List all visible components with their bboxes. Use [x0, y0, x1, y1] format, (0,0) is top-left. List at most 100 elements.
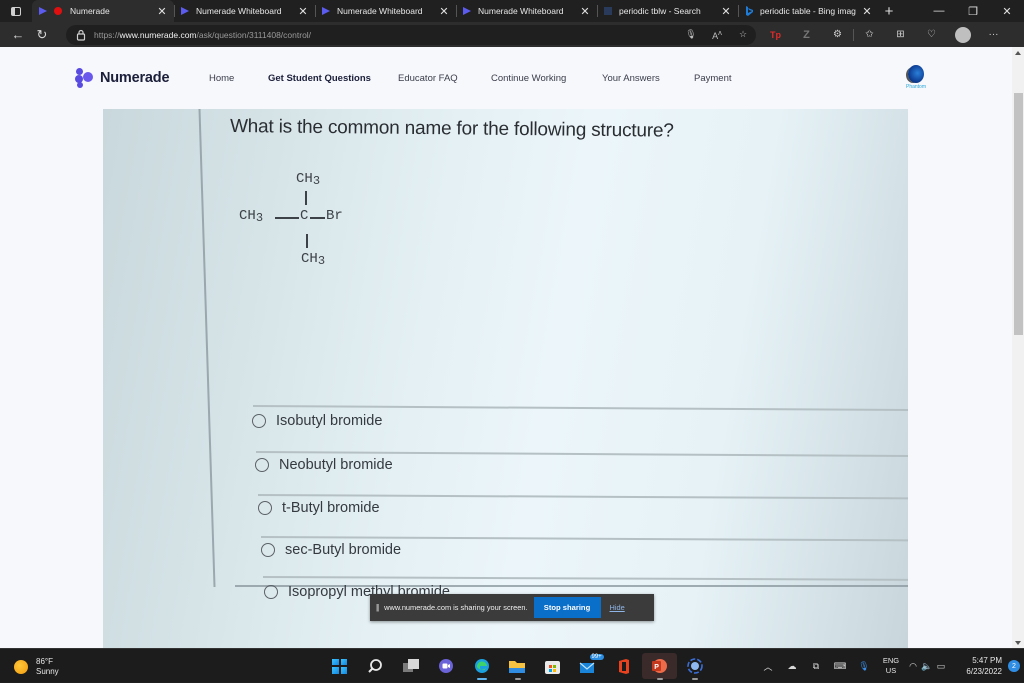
answer-option[interactable]: Neobutyl bromide	[255, 457, 393, 473]
url-scheme: https://	[94, 29, 120, 40]
teams-chat-button[interactable]	[429, 653, 465, 679]
radio-button[interactable]	[264, 585, 278, 599]
tab-title: Numerade Whiteboard	[478, 6, 564, 16]
running-indicator	[656, 678, 663, 680]
radio-button[interactable]	[258, 501, 272, 515]
add-favorite-icon[interactable]: ☆	[730, 29, 756, 40]
nav-continue-working[interactable]: Continue Working	[491, 73, 566, 84]
touch-keyboard-icon[interactable]: ⌨	[828, 661, 852, 672]
sharing-message: www.numerade.com is sharing your screen.	[384, 603, 528, 612]
notification-badge[interactable]: 2	[1008, 660, 1020, 672]
tab-close-icon[interactable]: ✕	[579, 5, 591, 18]
option-label: Neobutyl bromide	[279, 457, 393, 473]
onedrive-icon[interactable]: ☁	[780, 661, 804, 672]
nav-get-student-questions[interactable]: Get Student Questions	[268, 73, 371, 84]
more-menu-icon[interactable]: ···	[978, 22, 1009, 47]
tab-numerade-whiteboard-1[interactable]: Numerade Whiteboard ✕	[174, 0, 315, 22]
extension-z-icon[interactable]: Z	[791, 22, 822, 47]
extensions-icon[interactable]: ⚙	[822, 22, 853, 47]
nav-educator-faq[interactable]: Educator FAQ	[398, 73, 458, 84]
radio-button[interactable]	[252, 414, 266, 428]
windows-taskbar: 86°F Sunny 99+ P ︿ ☁ ⧉ ⌨ 🎙 ENG US ◠ 🔈 ▭ …	[0, 648, 1024, 682]
office-button[interactable]	[606, 653, 642, 679]
structure-bond	[305, 191, 307, 205]
back-button[interactable]: ←	[6, 22, 30, 47]
extension-tp-icon[interactable]: Tp	[760, 22, 791, 47]
clock-time: 5:47 PM	[972, 656, 1002, 665]
radio-button[interactable]	[255, 458, 269, 472]
lock-icon	[76, 29, 86, 41]
restore-button[interactable]: ❐	[956, 0, 990, 22]
numerade-logo-icon	[181, 7, 189, 15]
structure-bond	[310, 217, 325, 219]
stop-sharing-button[interactable]: Stop sharing	[533, 597, 601, 618]
new-tab-button[interactable]: +	[879, 0, 899, 22]
page-scrollbar[interactable]	[1012, 47, 1024, 648]
volume-icon[interactable]: 🔈	[920, 661, 934, 672]
show-hidden-icons-icon[interactable]: ︿	[756, 660, 780, 673]
drag-handle-icon[interactable]: ||	[376, 603, 379, 612]
nav-home[interactable]: Home	[209, 73, 234, 84]
tab-close-icon[interactable]: ✕	[156, 5, 168, 18]
screen-recorder-button[interactable]	[677, 653, 713, 680]
answer-option[interactable]: Isobutyl bromide	[252, 413, 382, 429]
scroll-up-arrow-icon[interactable]	[1015, 51, 1021, 55]
language-indicator[interactable]: ENG US	[876, 656, 906, 676]
radio-button[interactable]	[261, 543, 275, 557]
minimize-button[interactable]: —	[922, 0, 956, 22]
tab-close-icon[interactable]: ✕	[297, 5, 309, 18]
profile-button[interactable]	[947, 22, 978, 47]
tab-periodic-search[interactable]: periodic tblw - Search ✕	[597, 0, 738, 22]
tab-close-icon[interactable]: ✕	[720, 5, 732, 18]
tab-actions-icon	[11, 6, 21, 16]
answer-option[interactable]: sec-Butyl bromide	[261, 542, 401, 558]
file-explorer-button[interactable]	[500, 653, 536, 680]
close-window-button[interactable]: ✕	[990, 0, 1024, 22]
microphone-tray-icon[interactable]: 🎙	[852, 661, 876, 672]
mail-icon	[579, 662, 595, 673]
nav-your-answers[interactable]: Your Answers	[602, 73, 660, 84]
numerade-logo[interactable]: Numerade	[75, 67, 170, 89]
browser-essentials-icon[interactable]: ♡	[916, 22, 947, 47]
option-divider	[262, 576, 908, 581]
tab-actions-button[interactable]	[0, 0, 32, 22]
battery-icon[interactable]: ▭	[934, 661, 948, 672]
option-label: Isobutyl bromide	[276, 413, 383, 429]
nav-payment[interactable]: Payment	[694, 73, 732, 84]
edge-button[interactable]	[464, 653, 500, 680]
address-bar[interactable]: https://www.numerade.com/ask/question/31…	[66, 24, 756, 45]
read-aloud-icon[interactable]: Aʌ	[704, 28, 730, 41]
task-view-button[interactable]	[393, 653, 429, 679]
hide-link[interactable]: Hide	[610, 603, 625, 612]
scroll-down-arrow-icon[interactable]	[1015, 641, 1021, 645]
collections-icon[interactable]: ⊞	[885, 22, 916, 47]
refresh-button[interactable]: ↻	[30, 22, 54, 47]
tab-numerade[interactable]: Numerade ✕	[32, 0, 174, 22]
answer-option[interactable]: t-Butyl bromide	[258, 500, 380, 516]
start-button[interactable]	[322, 653, 358, 679]
tab-title: Numerade Whiteboard	[337, 6, 423, 16]
screen-share-tray-icon[interactable]: ⧉	[804, 661, 828, 672]
tab-numerade-whiteboard-2[interactable]: Numerade Whiteboard ✕	[315, 0, 456, 22]
microphone-icon[interactable]: 🎙	[678, 29, 704, 40]
powerpoint-button[interactable]: P	[641, 653, 677, 680]
structure-bottom-group: CH3	[301, 251, 326, 268]
mail-button[interactable]: 99+	[571, 653, 607, 679]
search-button[interactable]	[358, 653, 394, 679]
tab-periodic-bing[interactable]: periodic table - Bing imag ✕	[738, 0, 879, 22]
favorites-icon[interactable]: ✩	[854, 22, 885, 47]
wifi-icon[interactable]: ◠	[906, 661, 920, 672]
site-header: Numerade Home Get Student Questions Educ…	[0, 47, 1012, 109]
clock[interactable]: 5:47 PM 6/23/2022	[958, 655, 1002, 677]
structure-center-atom: C	[300, 208, 309, 224]
tab-close-icon[interactable]: ✕	[438, 5, 450, 18]
microsoft-store-button[interactable]	[535, 653, 571, 679]
tab-close-icon[interactable]: ✕	[861, 5, 873, 18]
tab-numerade-whiteboard-3[interactable]: Numerade Whiteboard ✕	[456, 0, 597, 22]
url-path: /ask/question/3111408/control/	[196, 29, 312, 40]
bing-icon	[746, 6, 753, 16]
scrollbar-thumb[interactable]	[1014, 93, 1023, 335]
weather-widget[interactable]: 86°F Sunny	[14, 657, 59, 677]
phantom-extension[interactable]: Phantom	[900, 65, 932, 90]
svg-text:P: P	[654, 664, 659, 671]
